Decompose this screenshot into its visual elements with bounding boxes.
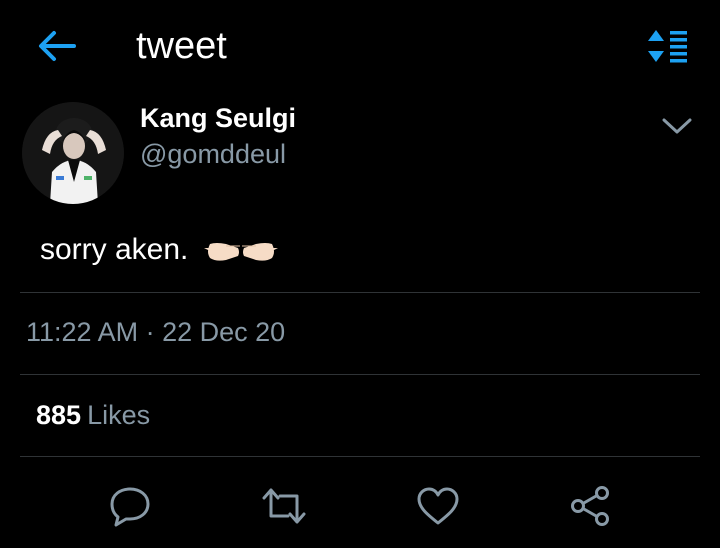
likes-count: 885: [36, 400, 82, 430]
divider: [20, 456, 700, 457]
reply-icon: [110, 487, 150, 527]
profile-photo: [22, 102, 124, 204]
author-display-name[interactable]: Kang Seulgi: [140, 102, 296, 134]
author-handle[interactable]: @gomddeul: [140, 138, 286, 170]
reply-button[interactable]: [106, 484, 154, 528]
app-header: tweet: [0, 0, 720, 92]
share-icon: [571, 486, 609, 526]
sort-button[interactable]: [644, 26, 690, 66]
chevron-down-icon: [662, 118, 692, 134]
back-button[interactable]: [34, 26, 78, 66]
like-button[interactable]: [414, 484, 462, 528]
tweet-body: sorry aken. 👉👈: [40, 230, 280, 270]
page-title: tweet: [136, 25, 227, 67]
heart-icon: [417, 487, 459, 525]
sort-lines-icon: [648, 30, 687, 63]
arrow-left-icon: [39, 31, 76, 61]
tweet-text: sorry aken.: [40, 233, 189, 266]
tweet-date: 22 Dec 20: [162, 317, 286, 347]
retweet-icon: [262, 488, 306, 524]
pointing-fingers-emoji: [202, 234, 280, 266]
tweet-time: 11:22 AM: [26, 317, 139, 347]
divider: [20, 374, 700, 375]
likes-stat[interactable]: 885 Likes: [36, 398, 150, 432]
share-button[interactable]: [566, 484, 614, 528]
avatar[interactable]: [22, 102, 124, 204]
timestamp-separator: ·: [145, 317, 155, 347]
tweet-timestamp: 11:22 AM · 22 Dec 20: [26, 314, 285, 350]
more-options-button[interactable]: [658, 112, 696, 140]
divider: [20, 292, 700, 293]
likes-label: Likes: [87, 400, 151, 430]
retweet-button[interactable]: [260, 484, 308, 528]
